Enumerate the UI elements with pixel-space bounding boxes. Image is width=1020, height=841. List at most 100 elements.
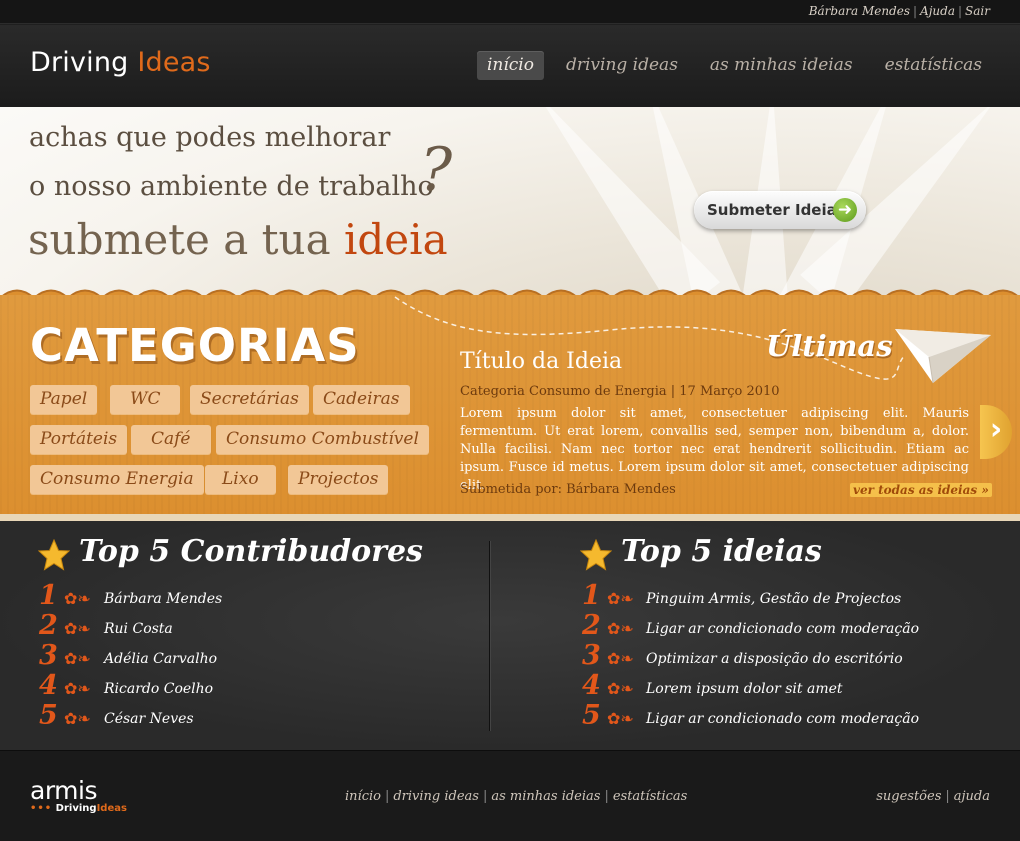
category-tag[interactable]: Secretárias — [190, 385, 309, 414]
rank-number: 3 — [39, 640, 58, 671]
see-all-ideas-link[interactable]: ver todas as ideias » — [850, 483, 992, 497]
category-tag[interactable]: Café — [131, 425, 211, 454]
next-idea-arrow-icon[interactable]: › — [980, 405, 1012, 459]
footer-right-links: sugestões | ajuda — [876, 789, 990, 804]
idea-meta: Categoria Consumo de Energia | 17 Março … — [460, 384, 780, 399]
footer-nav: início | driving ideas | as minhas ideias | es… — [345, 789, 687, 804]
logo-text-ideas: Ideas — [137, 47, 211, 78]
hero-line-2: o nosso ambiente de trabalho — [29, 171, 434, 202]
rank-number: 4 — [582, 670, 601, 701]
flourish-icon: ✿❧ — [64, 619, 91, 638]
categories-band: CATEGORIAS Papel WC Secretárias Cadeiras… — [0, 295, 1020, 515]
flourish-icon: ✿❧ — [64, 709, 91, 728]
contributor-link[interactable]: César Neves — [104, 711, 194, 727]
nav-item-driving-ideas[interactable]: driving ideas — [556, 51, 688, 80]
submit-idea-label: Submeter Ideia — [707, 201, 837, 219]
categories-title: CATEGORIAS — [30, 319, 360, 372]
footer-link-inicio[interactable]: início — [345, 789, 381, 804]
logout-link[interactable]: Sair — [965, 4, 990, 18]
star-icon — [38, 539, 70, 571]
separator: | — [482, 789, 488, 804]
flourish-icon: ✿❧ — [607, 649, 634, 668]
category-tag[interactable]: Consumo Energia — [30, 465, 204, 494]
submit-idea-button[interactable]: Submeter Ideia ➜ — [694, 191, 866, 229]
footer-logo-dots: ••• — [30, 803, 53, 814]
rank-number: 2 — [582, 610, 601, 641]
idea-title[interactable]: Título da Ideia — [460, 349, 622, 374]
idea-link[interactable]: Pinguim Armis, Gestão de Projectos — [646, 591, 901, 607]
footer-link-ajuda[interactable]: ajuda — [954, 789, 990, 804]
category-tag[interactable]: Portáteis — [30, 425, 128, 454]
help-link[interactable]: Ajuda — [920, 4, 955, 18]
footer-logo-armis[interactable]: armis — [30, 776, 97, 805]
hero-line-3-text: submete a tua — [28, 215, 331, 264]
hero-line-1: achas que podes melhorar — [29, 122, 391, 153]
footer-logo-driving: Driving — [55, 803, 97, 814]
category-tag[interactable]: Cadeiras — [313, 385, 410, 414]
separator: | — [604, 789, 609, 804]
rank-number: 2 — [39, 610, 58, 641]
column-divider — [489, 541, 490, 731]
nav-item-minhas-ideias[interactable]: as minhas ideias — [700, 51, 863, 80]
top-ideas-title: Top 5 ideias — [621, 534, 822, 569]
nav-item-estatisticas[interactable]: estatísticas — [875, 51, 992, 80]
idea-link[interactable]: Lorem ipsum dolor sit amet — [646, 681, 843, 697]
category-tag[interactable]: Papel — [30, 385, 98, 414]
footer-link-estatisticas[interactable]: estatísticas — [613, 789, 687, 804]
flourish-icon: ✿❧ — [64, 649, 91, 668]
rank-number: 1 — [39, 580, 58, 611]
category-tag[interactable]: WC — [110, 385, 181, 414]
footer: armis ••• DrivingIdeas início | driving id… — [0, 750, 1020, 841]
top-bar: Bárbara Mendes | Ajuda | Sair — [0, 0, 1020, 24]
main-nav: início driving ideas as minhas ideias es… — [476, 51, 992, 80]
rank-number: 5 — [39, 700, 58, 731]
rank-number: 5 — [582, 700, 601, 731]
category-tag[interactable]: Lixo — [205, 465, 276, 494]
header: Driving Ideas início driving ideas as mi… — [0, 25, 1020, 107]
footer-link-sugestoes[interactable]: sugestões — [876, 789, 941, 804]
contributor-link[interactable]: Bárbara Mendes — [104, 591, 222, 607]
top-contributors-title: Top 5 Contribudores — [79, 534, 423, 569]
contributor-link[interactable]: Adélia Carvalho — [104, 651, 217, 667]
footer-link-driving-ideas[interactable]: driving ideas — [393, 789, 479, 804]
hero-line-3: submete a tua ideia — [28, 215, 448, 264]
flourish-icon: ✿❧ — [607, 709, 634, 728]
flourish-icon: ✿❧ — [64, 679, 91, 698]
idea-link[interactable]: Ligar ar condicionado com moderação — [646, 621, 919, 637]
band-bottom-border — [0, 514, 1020, 521]
footer-logo-ideas: Ideas — [96, 803, 127, 814]
user-links: Bárbara Mendes | Ajuda | Sair — [809, 4, 990, 18]
footer-logo-tagline: ••• DrivingIdeas — [30, 803, 127, 814]
separator: | — [384, 789, 390, 804]
category-tag[interactable]: Consumo Combustível — [216, 425, 429, 454]
hero-banner: achas que podes melhorar o nosso ambient… — [0, 107, 1020, 307]
contributor-link[interactable]: Rui Costa — [104, 621, 173, 637]
nav-item-inicio[interactable]: início — [476, 51, 544, 80]
separator: | — [913, 4, 918, 18]
star-icon — [580, 539, 612, 571]
separator: | — [958, 4, 963, 18]
footer-link-minhas-ideias[interactable]: as minhas ideias — [491, 789, 600, 804]
logo-text-driving: Driving — [30, 47, 129, 78]
contributor-link[interactable]: Ricardo Coelho — [104, 681, 213, 697]
rank-number: 3 — [582, 640, 601, 671]
arrow-right-icon: ➜ — [833, 198, 857, 222]
rank-number: 4 — [39, 670, 58, 701]
idea-submitted-by: Submetida por: Bárbara Mendes — [460, 482, 676, 497]
idea-link[interactable]: Optimizar a disposição do escritório — [646, 651, 903, 667]
flourish-icon: ✿❧ — [607, 589, 634, 608]
logo[interactable]: Driving Ideas — [30, 47, 211, 78]
rank-number: 1 — [582, 580, 601, 611]
flourish-icon: ✿❧ — [607, 679, 634, 698]
hero-question-mark: ? — [420, 135, 453, 205]
idea-link[interactable]: Ligar ar condicionado com moderação — [646, 711, 919, 727]
flourish-icon: ✿❧ — [64, 589, 91, 608]
user-name-link[interactable]: Bárbara Mendes — [809, 4, 910, 18]
separator: | — [945, 789, 950, 804]
hero-line-3-accent: ideia — [343, 215, 448, 264]
paper-plane-icon — [895, 329, 991, 384]
flourish-icon: ✿❧ — [607, 619, 634, 638]
category-tag[interactable]: Projectos — [288, 465, 389, 494]
latest-heading: Últimas — [766, 329, 893, 363]
top5-section: Top 5 Contribudores 1 ✿❧ Bárbara Mendes … — [0, 521, 1020, 750]
